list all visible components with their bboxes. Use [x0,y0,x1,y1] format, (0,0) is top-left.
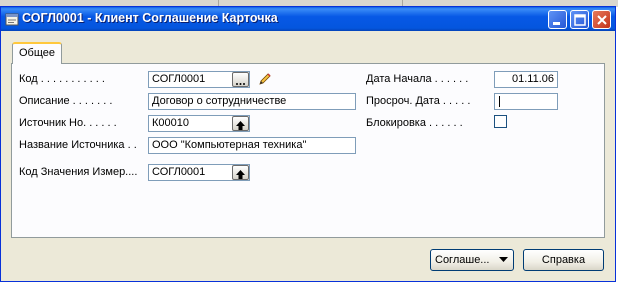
lookup-arrow-icon [236,121,245,130]
description-label: Описание . . . . . . . [19,95,113,107]
assist-edit-button[interactable] [232,72,249,87]
maximize-button[interactable] [570,10,589,29]
start-date-label: Дата Начала . . . . . . [366,73,469,85]
source-no-label: Источник Но. . . . . . [19,117,117,129]
tab-general[interactable]: Общее [12,42,62,64]
minimize-button[interactable] [548,10,567,29]
blocked-checkbox[interactable] [494,115,507,128]
minimize-icon [553,22,560,25]
agreement-button-label: Соглаше... [435,254,490,266]
help-button[interactable]: Справка [523,249,604,271]
overdue-date-field[interactable] [494,93,558,110]
close-icon [597,15,607,25]
dropdown-arrow-icon [499,257,508,262]
description-field[interactable]: Договор о сотрудничестве [148,93,356,110]
start-date-field[interactable]: 01.11.06 [494,71,558,88]
dimension-code-lookup-button[interactable] [232,165,249,180]
dimension-code-label: Код Значения Измер.... [19,166,138,178]
lookup-arrow-icon [236,170,245,179]
text-cursor [499,96,500,107]
overdue-date-label: Просроч. Дата . . . . . [366,95,471,107]
close-button[interactable] [592,10,611,29]
maximize-icon [574,14,586,26]
edit-pencil-icon[interactable] [257,71,273,87]
title-bar[interactable]: СОГЛ0001 - Клиент Соглашение Карточка [1,7,615,31]
window-title: СОГЛ0001 - Клиент Соглашение Карточка [22,11,278,25]
code-label: Код . . . . . . . . . . . [19,73,105,85]
source-name-label: Название Источника . . [19,139,137,151]
card-window-icon [5,13,19,26]
source-name-field[interactable]: ООО "Компьютерная техника" [148,137,356,154]
blocked-label: Блокировка . . . . . . [366,117,463,129]
card-window: СОГЛ0001 - Клиент Соглашение Карточка Об… [0,6,616,282]
source-no-lookup-button[interactable] [232,116,249,131]
agreement-menu-button[interactable]: Соглаше... [430,249,514,271]
ellipsis-icon [236,83,245,85]
